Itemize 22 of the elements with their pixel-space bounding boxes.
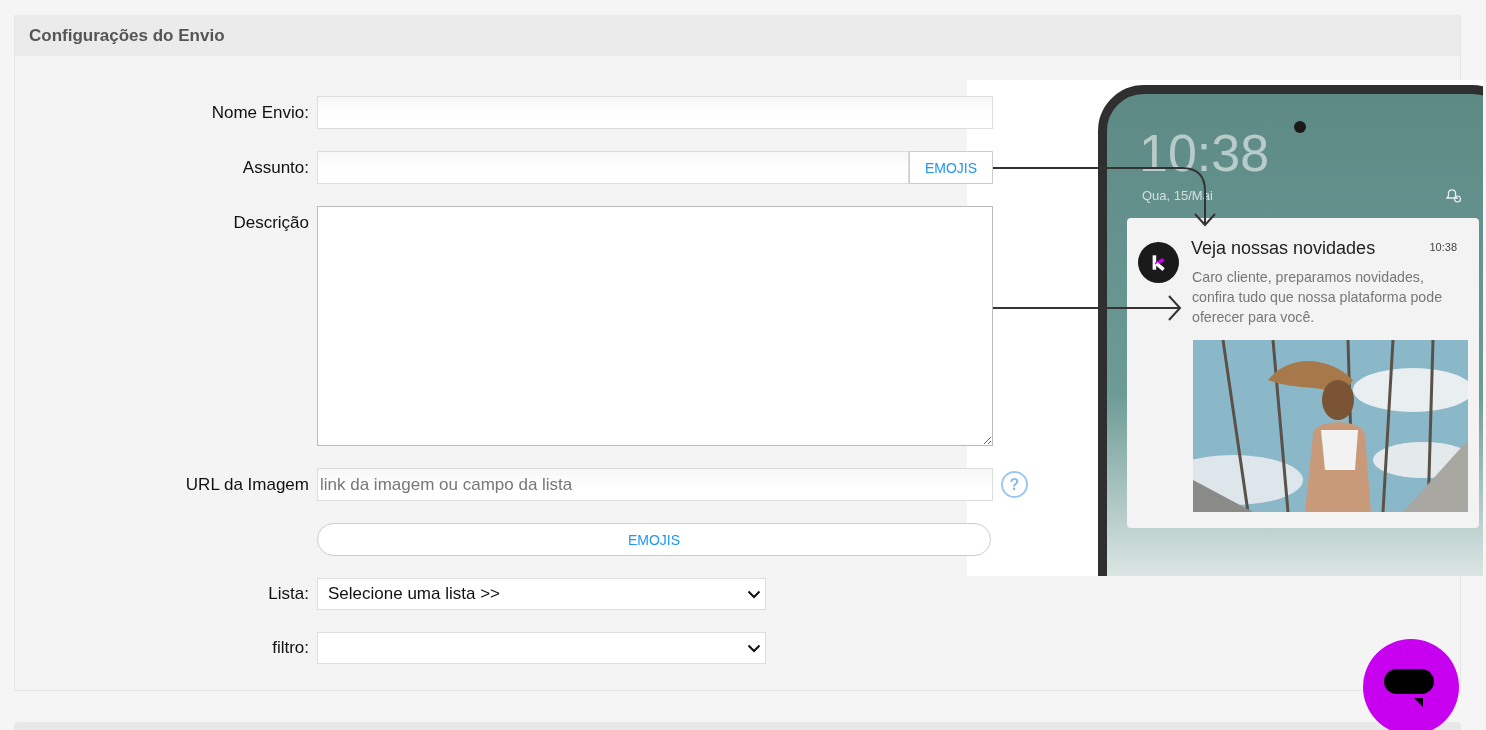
field-label: Descrição [233, 212, 310, 233]
field-label: Assunto: [242, 157, 310, 178]
notification-time: 10:38 [1429, 241, 1457, 253]
field-label: filtro: [272, 638, 310, 658]
field-label: Nome Envio: [211, 102, 310, 123]
emojis-button[interactable]: EMOJIS [909, 151, 993, 184]
notification-title: Veja nossas novidades [1191, 238, 1376, 259]
chevron-down-icon [747, 589, 761, 599]
field-label: URL da Imagem [185, 474, 310, 495]
lock-screen-clock: 10:38 [1139, 127, 1270, 179]
app-avatar-icon [1138, 242, 1179, 283]
select-field[interactable]: Selecione uma lista >> [317, 578, 766, 610]
input-field[interactable] [317, 151, 909, 184]
emojis-button[interactable]: EMOJIS [317, 523, 991, 556]
notification-text: Caro cliente, preparamos novidades, confira tudo que nossa plataforma pode oferecer para você. [1192, 268, 1444, 327]
select-field[interactable] [317, 632, 766, 664]
input-field[interactable] [317, 96, 993, 129]
chevron-down-icon [747, 643, 761, 653]
text-area[interactable] [317, 206, 993, 446]
section-title: Configurações do Envio [29, 25, 225, 46]
field-label: Lista: [268, 584, 310, 604]
input-field[interactable]: link da imagem ou campo da lista [317, 468, 993, 501]
